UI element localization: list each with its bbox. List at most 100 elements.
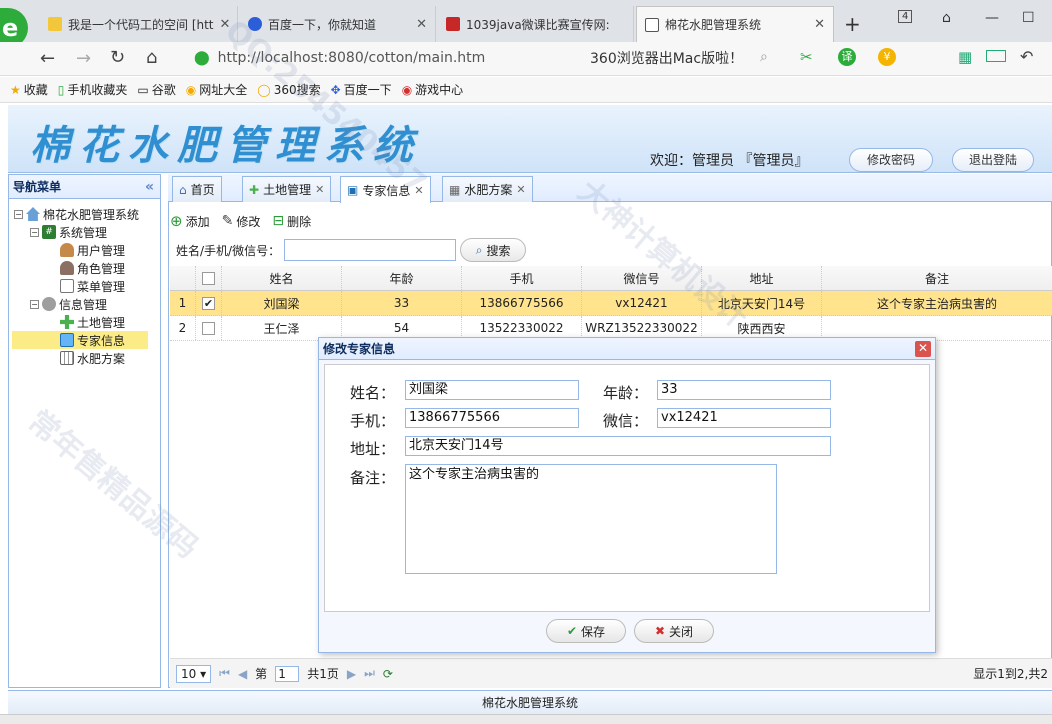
search-icon[interactable]: ⌕ (760, 49, 768, 65)
close-icon[interactable]: ✕ (516, 183, 525, 196)
url-text: http://localhost:8080/cotton/main.htm (217, 50, 486, 66)
battery-icon[interactable] (986, 50, 1006, 62)
address-field[interactable]: 北京天安门14号 (405, 436, 831, 456)
close-icon[interactable]: ✕ (220, 17, 231, 32)
browser-tab-2[interactable]: 百度一下，你就知道 ✕ (240, 6, 436, 42)
reload-icon[interactable]: ↻ (110, 47, 125, 68)
table-row[interactable]: 1 ✔ 刘国梁 33 13866775566 vx12421 北京天安门14号 … (170, 291, 1052, 316)
phone-field[interactable]: 13866775566 (405, 408, 579, 428)
close-icon[interactable]: ✕ (814, 17, 825, 32)
home-icon[interactable]: ⌂ (146, 47, 157, 68)
home-icon: ⌂ (179, 182, 187, 197)
wechat-field[interactable]: vx12421 (657, 408, 831, 428)
browser-tab-3[interactable]: 1039java微课比赛宣传网: (438, 6, 634, 42)
next-page-icon[interactable]: ▶ (347, 667, 356, 681)
age-field[interactable]: 33 (657, 380, 831, 400)
row-checkbox[interactable] (196, 316, 222, 340)
bookmark-sites[interactable]: ◉ 网址大全 (186, 81, 248, 98)
collapse-icon[interactable]: « (145, 175, 154, 199)
name-field[interactable]: 刘国梁 (405, 380, 579, 400)
sidebar-item-users[interactable]: 用户管理 (60, 241, 125, 259)
maximize-icon[interactable]: ☐ (1022, 10, 1035, 26)
bookmark-favorites[interactable]: ★ 收藏 (10, 81, 48, 98)
table-icon (60, 351, 74, 365)
dialog-header: 修改专家信息 ✕ (319, 338, 935, 360)
apps-icon[interactable]: ▦ (958, 48, 972, 66)
tab-home[interactable]: ⌂ 首页 (172, 176, 222, 202)
tree-group-info[interactable]: − 信息管理 (30, 295, 107, 313)
refresh-icon[interactable]: ⟳ (383, 667, 393, 681)
bookmark-360search[interactable]: ◯ 360搜索 (257, 81, 320, 98)
bookmark-baidu[interactable]: ✥ 百度一下 (331, 81, 392, 98)
sidebar-item-experts[interactable]: 专家信息 (12, 331, 148, 349)
bookmark-google[interactable]: ▭ 谷歌 (137, 81, 175, 98)
promo-text[interactable]: 360浏览器出Mac版啦！ (590, 48, 743, 68)
sidebar-item-plans[interactable]: 水肥方案 (60, 349, 125, 367)
tab-land[interactable]: ✚ 土地管理 ✕ (242, 176, 332, 202)
add-label: 添加 (185, 214, 210, 229)
paw-icon: ✥ (330, 82, 341, 97)
sidebar-item-roles[interactable]: 角色管理 (60, 259, 125, 277)
expert-table: 姓名 年龄 手机 微信号 地址 备注 1 ✔ 刘国梁 33 1386677556… (170, 266, 1052, 341)
collapse-toggle-icon[interactable]: − (30, 299, 39, 309)
translate-icon[interactable]: 译 (838, 48, 856, 66)
close-icon[interactable]: ✕ (315, 183, 324, 196)
browser-tab-1[interactable]: 我是一个代码工的空间 [htt ✕ (40, 6, 238, 42)
minimize-icon[interactable]: — (985, 10, 999, 26)
page-number-input[interactable]: 1 (275, 665, 300, 682)
collapse-toggle-icon[interactable]: − (14, 209, 23, 219)
collapse-toggle-icon[interactable]: − (30, 227, 39, 237)
search-icon: ⌕ (475, 242, 483, 257)
column-header[interactable]: 年龄 (342, 266, 462, 290)
close-icon[interactable]: ✕ (915, 341, 931, 357)
sidebar-item-menus[interactable]: 菜单管理 (60, 277, 125, 295)
column-header[interactable]: 微信号 (582, 266, 702, 290)
plus-icon: ✚ (249, 182, 260, 197)
logout-button[interactable]: 退出登陆 (952, 148, 1034, 172)
sidebar-item-land[interactable]: 土地管理 (60, 313, 125, 331)
cross-icon: ✖ (654, 624, 666, 638)
tab-plans[interactable]: ▦ 水肥方案 ✕ (442, 176, 533, 202)
note-textarea[interactable]: 这个专家主治病虫害的 (405, 464, 777, 574)
bookmark-games[interactable]: ◉ 游戏中心 (402, 81, 464, 98)
tree-group-system[interactable]: − # 系统管理 (30, 223, 107, 241)
tab-count-badge[interactable]: 4 (898, 10, 913, 23)
scissors-icon[interactable]: ✂ (800, 48, 813, 66)
column-header[interactable]: 姓名 (222, 266, 342, 290)
add-button[interactable]: ⊕ 添加 (170, 212, 210, 230)
search-input[interactable] (284, 239, 457, 261)
back-icon[interactable]: ← (40, 48, 55, 69)
prev-page-icon[interactable]: ◀ (238, 667, 247, 681)
tab-experts[interactable]: ▣ 专家信息 ✕ (340, 176, 431, 203)
browser-tab-active[interactable]: 棉花水肥管理系统 ✕ (636, 6, 834, 42)
new-tab-button[interactable]: + (844, 12, 861, 36)
tree-root[interactable]: − 棉花水肥管理系统 (14, 205, 139, 223)
shirt-icon[interactable]: ⌂ (942, 10, 951, 26)
delete-button[interactable]: ⊟ 删除 (272, 213, 311, 230)
forward-icon[interactable]: → (76, 48, 91, 69)
search-button[interactable]: ⌕ 搜索 (460, 238, 527, 262)
bookmark-mobile[interactable]: ▯ 手机收藏夹 (58, 81, 128, 98)
minus-icon: ⊟ (272, 213, 285, 229)
first-page-icon[interactable]: ⏮ (219, 666, 230, 681)
cancel-button[interactable]: ✖ 关闭 (634, 619, 714, 643)
column-header[interactable]: 备注 (822, 266, 1052, 290)
save-button[interactable]: ✔ 保存 (546, 619, 626, 643)
edit-button[interactable]: ✎ 修改 (222, 213, 261, 230)
tab-label: 水肥方案 (464, 183, 513, 197)
column-header[interactable]: 地址 (702, 266, 822, 290)
change-password-button[interactable]: 修改密码 (849, 148, 933, 172)
select-all-checkbox[interactable] (196, 266, 222, 290)
close-icon[interactable]: ✕ (414, 184, 423, 197)
undo-icon[interactable]: ↶ (1020, 47, 1033, 66)
row-number: 1 (170, 291, 196, 315)
coin-icon[interactable]: ¥ (878, 48, 896, 66)
bookmark-label: 游戏中心 (415, 83, 464, 97)
row-checkbox[interactable]: ✔ (196, 291, 222, 315)
column-header[interactable]: 手机 (462, 266, 582, 290)
name-label: 姓名： (350, 384, 396, 402)
close-icon[interactable]: ✕ (416, 17, 427, 32)
bookmark-label: 360搜索 (273, 83, 321, 97)
page-size-select[interactable]: 10 ▾ (176, 664, 212, 683)
last-page-icon[interactable]: ⏭ (364, 666, 375, 681)
